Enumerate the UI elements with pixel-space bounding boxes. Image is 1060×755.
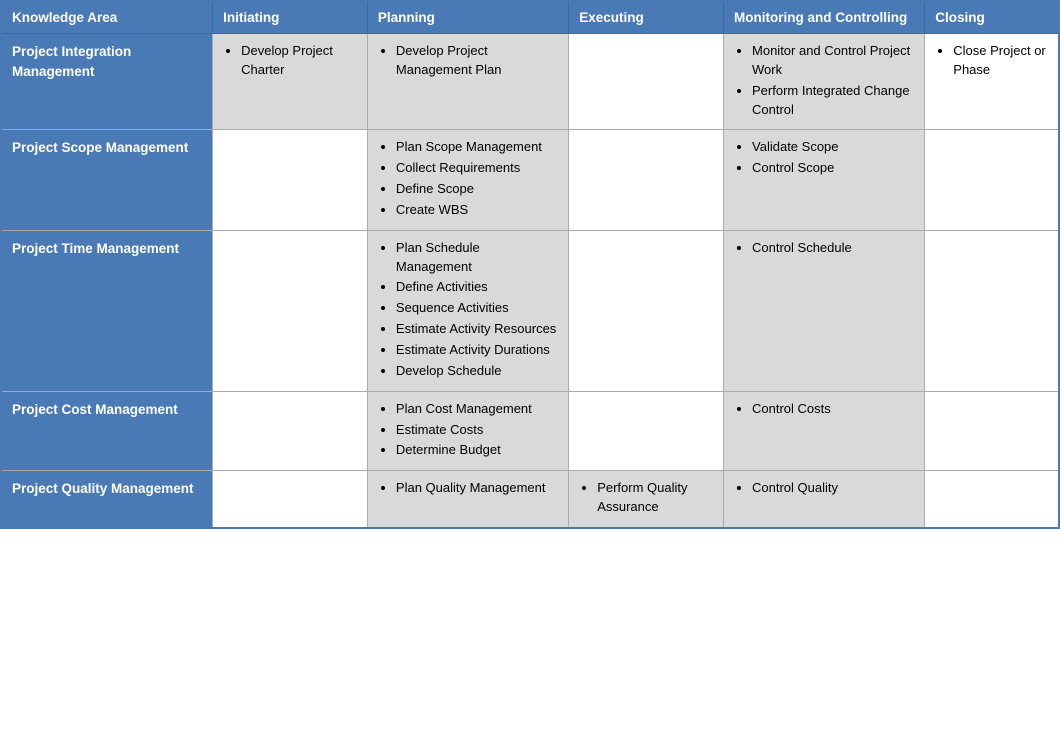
monitoring-cell: Control Schedule (724, 230, 925, 391)
planning-cell: Plan Cost ManagementEstimate CostsDeterm… (367, 391, 568, 471)
monitoring-cell: Control Costs (724, 391, 925, 471)
knowledge-area-cell: Project Quality Management (1, 471, 213, 528)
initiating-cell (213, 391, 368, 471)
planning-cell: Develop Project Management Plan (367, 34, 568, 130)
executing-cell: Perform Quality Assurance (569, 471, 724, 528)
table-row: Project Scope Management Plan Scope Manag… (1, 130, 1059, 230)
monitoring-cell: Validate ScopeControl Scope (724, 130, 925, 230)
table-row: Project Cost Management Plan Cost Managem… (1, 391, 1059, 471)
closing-cell (925, 391, 1059, 471)
table-row: Project Quality Management Plan Quality M… (1, 471, 1059, 528)
header-executing: Executing (569, 1, 724, 34)
executing-cell (569, 391, 724, 471)
closing-cell (925, 230, 1059, 391)
planning-cell: Plan Scope ManagementCollect Requirement… (367, 130, 568, 230)
executing-cell (569, 34, 724, 130)
initiating-cell (213, 230, 368, 391)
initiating-cell (213, 471, 368, 528)
closing-cell (925, 130, 1059, 230)
initiating-cell: Develop Project Charter (213, 34, 368, 130)
pmbok-table: Knowledge Area Initiating Planning Execu… (0, 0, 1060, 529)
header-planning: Planning (367, 1, 568, 34)
executing-cell (569, 230, 724, 391)
monitoring-cell: Control Quality (724, 471, 925, 528)
monitoring-cell: Monitor and Control Project WorkPerform … (724, 34, 925, 130)
header-monitoring: Monitoring and Controlling (724, 1, 925, 34)
executing-cell (569, 130, 724, 230)
closing-cell: Close Project or Phase (925, 34, 1059, 130)
header-initiating: Initiating (213, 1, 368, 34)
header-row: Knowledge Area Initiating Planning Execu… (1, 1, 1059, 34)
knowledge-area-cell: Project Cost Management (1, 391, 213, 471)
table-row: Project Integration ManagementDevelop Pr… (1, 34, 1059, 130)
planning-cell: Plan Schedule ManagementDefine Activitie… (367, 230, 568, 391)
knowledge-area-cell: Project Scope Management (1, 130, 213, 230)
header-knowledge-area: Knowledge Area (1, 1, 213, 34)
knowledge-area-cell: Project Time Management (1, 230, 213, 391)
header-closing: Closing (925, 1, 1059, 34)
knowledge-area-cell: Project Integration Management (1, 34, 213, 130)
closing-cell (925, 471, 1059, 528)
table-row: Project Time Management Plan Schedule Man… (1, 230, 1059, 391)
planning-cell: Plan Quality Management (367, 471, 568, 528)
initiating-cell (213, 130, 368, 230)
